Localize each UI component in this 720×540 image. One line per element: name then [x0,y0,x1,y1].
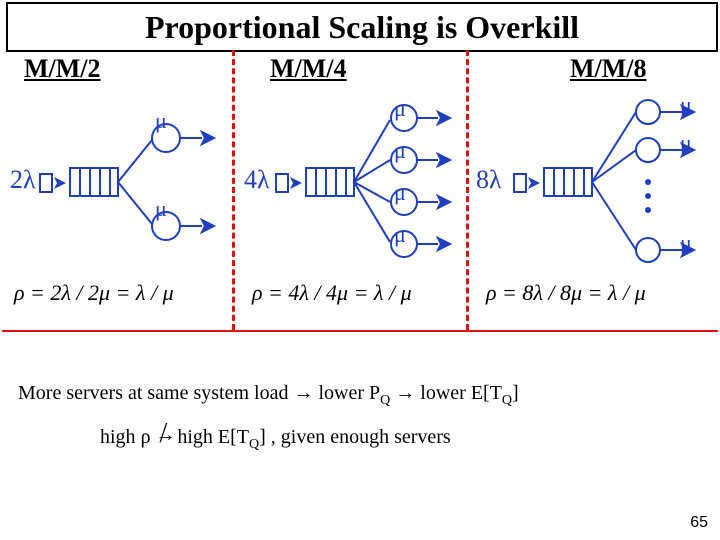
col-head-mm4: M/M/4 [270,54,347,84]
diagram-mm4 [240,90,470,280]
page-number: 65 [690,514,708,532]
summary-p2: lower [318,382,369,404]
horizontal-rule [2,330,718,332]
mu-2-a: μ [394,96,406,122]
rho-formula-3: ρ = 8λ / 8μ = λ / μ [486,280,646,306]
second-b: high [177,426,218,448]
diagram-mm2 [6,90,226,270]
rho-formula-2: ρ = 4λ / 4μ = λ / μ [252,280,412,306]
col-head-mm2: M/M/2 [24,54,101,84]
second-a: high [100,426,141,448]
rho-symbol: ρ [141,426,156,448]
mu-2-b: μ [394,138,406,164]
etq-symbol: E[TQ] [471,382,519,404]
mu-3-b: μ [680,130,692,156]
second-line: high ρ ⇏ → / high E[TQ] , given enough s… [100,424,700,453]
not-imply-icon: ⇏ → / [156,424,173,449]
summary-p4: lower [420,382,471,404]
arrow-icon-2: → [395,382,415,404]
title-box: Proportional Scaling is Overkill [6,2,718,52]
pq-symbol: PQ [369,382,390,404]
col-head-mm8: M/M/8 [570,54,647,84]
etq-symbol-2: E[TQ] [218,426,266,448]
rho-formula-1: ρ = 2λ / 2μ = λ / μ [14,280,174,306]
second-tail: , given enough servers [271,426,451,448]
arrow-icon: → [293,382,313,404]
summary-line: More servers at same system load → lower… [18,382,708,409]
mu-2-c: μ [394,180,406,206]
slide-title: Proportional Scaling is Overkill [145,9,579,45]
mu-1-a: μ [155,108,167,134]
slide: Proportional Scaling is Overkill M/M/2 2… [0,0,720,540]
mu-1-b: μ [155,196,167,222]
diagram-mm8 [472,90,712,290]
mu-2-d: μ [394,222,406,248]
mu-3-c: μ [680,230,692,256]
mu-3-a: μ [680,92,692,118]
col-divider-1 [232,50,235,330]
summary-p1: More servers at same system load [18,382,293,404]
